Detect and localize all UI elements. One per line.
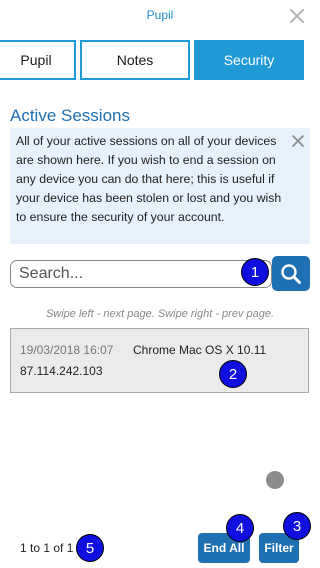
tab-notes[interactable]: Notes — [80, 40, 190, 80]
session-ip: 87.114.242.103 — [20, 364, 103, 378]
session-row[interactable]: 19/03/2018 16:07 Chrome Mac OS X 10.11 8… — [10, 328, 309, 393]
marker-5: 5 — [76, 534, 104, 562]
swipe-hint: Swipe left - next page. Swipe right - pr… — [45, 308, 275, 320]
search-input[interactable] — [11, 261, 271, 287]
search-icon — [281, 263, 301, 284]
session-browser: Chrome Mac OS X 10.11 — [133, 343, 267, 357]
pagination-text: 1 to 1 of 1 — [20, 541, 74, 555]
search-field — [10, 260, 272, 288]
info-box: All of your active sessions on all of yo… — [10, 128, 310, 244]
marker-1: 1 — [241, 258, 269, 286]
close-info-icon[interactable] — [292, 134, 304, 147]
tab-security[interactable]: Security — [194, 40, 304, 80]
close-icon[interactable] — [287, 6, 307, 26]
tab-pupil[interactable]: Pupil — [0, 40, 76, 80]
marker-4: 4 — [226, 514, 254, 542]
marker-2: 2 — [219, 360, 247, 388]
search-button[interactable] — [272, 256, 310, 291]
marker-3: 3 — [283, 512, 311, 540]
session-datetime: 19/03/2018 16:07 — [20, 343, 114, 357]
scroll-handle[interactable] — [266, 471, 284, 489]
info-text: All of your active sessions on all of yo… — [16, 134, 282, 224]
section-title: Active Sessions — [10, 106, 130, 125]
page-title: Pupil — [146, 8, 174, 22]
